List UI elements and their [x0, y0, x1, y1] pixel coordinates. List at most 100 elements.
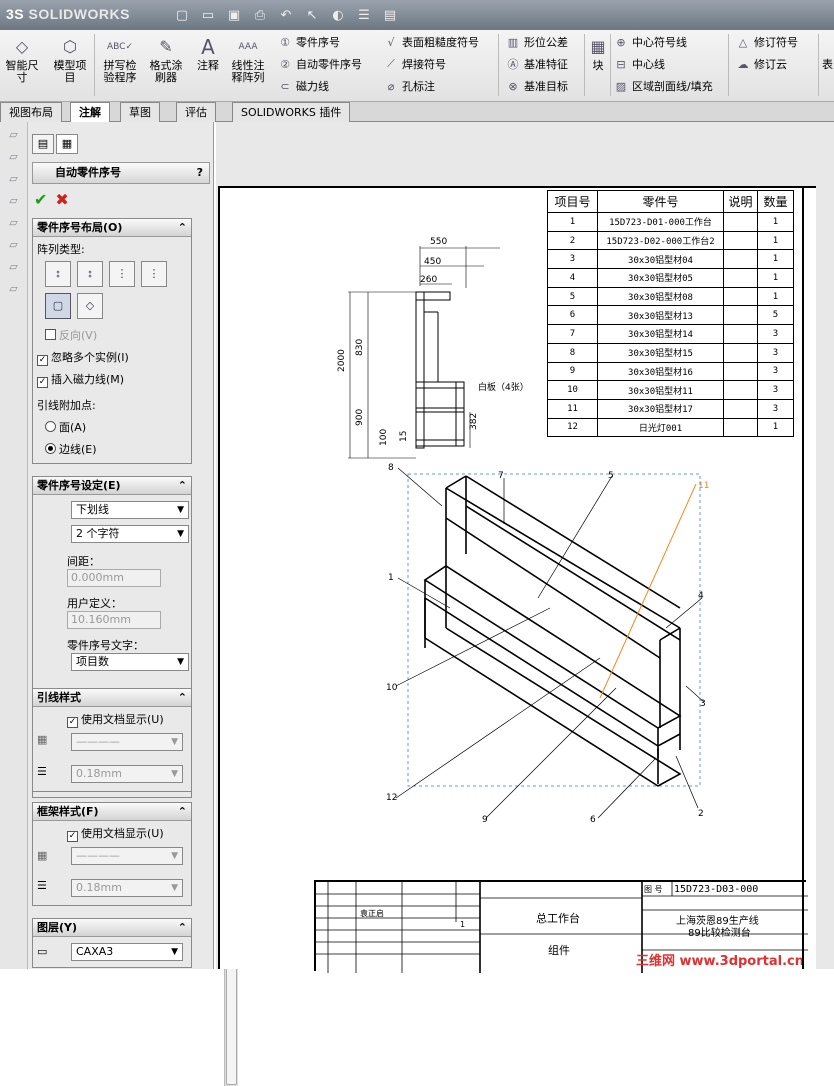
tab-evaluate[interactable]: 评估	[176, 102, 216, 122]
model-items-button[interactable]: ⬡ 模型项目	[50, 34, 90, 94]
layout-top-button[interactable]: ⦂	[45, 261, 71, 287]
leader-line-style-select[interactable]: ———— ▼	[71, 733, 183, 751]
surface-finish-button[interactable]: √ 表面粗糙度符号	[384, 32, 479, 52]
ok-button[interactable]: ✔	[34, 190, 47, 209]
title-bar: 3S SOLIDWORKS ▢ ▭ ▣ ⎙ ↶ ↖ ◐ ☰ ▤	[0, 0, 834, 30]
leader-line-weight-select[interactable]: 0.18mm ▼	[71, 765, 183, 783]
balloon: 2	[698, 809, 704, 819]
layout-left-button[interactable]: ⋮	[109, 261, 135, 287]
magnetic-line-button[interactable]: ⊂ 磁力线	[278, 76, 329, 96]
group-header[interactable]: 零件序号设定(E) ⌃	[33, 477, 191, 495]
block-button[interactable]: ▦ 块	[588, 34, 608, 94]
line-style-icon: ▦	[37, 849, 48, 862]
frame-use-doc-checkbox[interactable]: ✓ 使用文档显示(U)	[67, 825, 164, 842]
tab-sketch[interactable]: 草图	[120, 102, 160, 122]
table-button[interactable]: 表	[822, 54, 833, 74]
property-manager: ▤ ▦ 自动零件序号? ✔ ✖ 零件序号布局(O) ⌃ 阵列类型: ⦂ ⦂ ⋮ ⋮…	[28, 122, 238, 1086]
rebuild-icon[interactable]: ◐	[326, 4, 350, 26]
ignore-multi-checkbox[interactable]: ✓ 忽略多个实例(I)	[37, 349, 129, 366]
center-mark-icon: ⊕	[616, 35, 626, 49]
spacing-input[interactable]: 0.000mm	[67, 569, 161, 587]
datum-feature-button[interactable]: Ⓐ 基准特征	[506, 54, 569, 74]
revision-cloud-button[interactable]: ☁ 修订云	[736, 54, 788, 74]
frame-line-weight-select[interactable]: 0.18mm ▼	[71, 879, 183, 897]
group-header[interactable]: 框架样式(F) ⌃	[33, 803, 191, 821]
balloon: 1	[388, 573, 394, 583]
balloon-button[interactable]: ① 零件序号	[278, 32, 340, 52]
linear-note-pattern-button[interactable]: AAA 线性注释阵列	[228, 34, 268, 94]
auto-balloon-button[interactable]: ② 自动零件序号	[278, 54, 362, 74]
layout-right-button[interactable]: ⋮	[141, 261, 167, 287]
drawing-sheet[interactable]: 项目号 零件号 说明 数量 1 15D723-D01-000工作台 1 2 15D72…	[218, 186, 818, 973]
help-icon[interactable]: ?	[197, 163, 203, 183]
spell-check-icon: ABC✓	[107, 42, 133, 52]
reverse-checkbox[interactable]: 反向(V)	[45, 327, 97, 343]
geometric-tolerance-button[interactable]: ▥ 形位公差	[506, 32, 568, 52]
tool-icon[interactable]: ▱	[6, 238, 22, 254]
tool-icon[interactable]: ▱	[6, 194, 22, 210]
spell-check-button[interactable]: ABC✓ 拼写检验程序	[100, 34, 140, 94]
tab-solidworks-addins[interactable]: SOLIDWORKS 插件	[232, 102, 351, 122]
group-header[interactable]: 零件序号布局(O) ⌃	[33, 219, 191, 237]
revision-symbol-icon: △	[738, 35, 748, 49]
user-defined-input[interactable]: 10.160mm	[67, 611, 161, 629]
layer-select[interactable]: CAXA3 ▼	[71, 943, 183, 961]
feature-tree-tab-icon[interactable]: ▤	[32, 134, 54, 154]
tool-icon[interactable]: ▱	[6, 172, 22, 188]
tab-annotation[interactable]: 注解	[70, 102, 110, 123]
tool-icon[interactable]: ▱	[6, 282, 22, 298]
tool-icon[interactable]: ▱	[6, 150, 22, 166]
title-block[interactable]: 袁正启 1 图 号 15D723-D03-000 总工作台 组件 上海茨恩89生…	[314, 880, 808, 973]
area-hatch-button[interactable]: ▨ 区域剖面线/填充	[614, 76, 713, 96]
note-button[interactable]: A 注释	[192, 34, 224, 94]
file-props-icon[interactable]: ☰	[352, 4, 376, 26]
balloon: 8	[388, 463, 394, 473]
open-icon[interactable]: ▭	[196, 4, 220, 26]
group-header[interactable]: 引线样式 ⌃	[33, 689, 191, 707]
isometric-view[interactable]	[423, 475, 682, 787]
dim-label: 450	[424, 257, 441, 267]
area-hatch-icon: ▨	[615, 79, 627, 93]
smart-dimension-icon: ◇	[15, 37, 29, 56]
format-painter-button[interactable]: ✎ 格式涂刷器	[146, 34, 186, 94]
edges-radio[interactable]: 边线(E)	[45, 441, 97, 457]
revision-symbol-button[interactable]: △ 修订符号	[736, 32, 798, 52]
layout-circular-button[interactable]: ◇	[77, 293, 103, 319]
layout-square-button[interactable]: ▢	[45, 293, 71, 319]
tab-view-layout[interactable]: 视图布局	[0, 102, 62, 122]
tool-icon[interactable]: ▱	[6, 128, 22, 144]
property-manager-tab-icon[interactable]: ▦	[56, 134, 78, 154]
options-icon[interactable]: ▤	[378, 4, 402, 26]
drawing-name: 总工作台	[536, 912, 580, 925]
hole-callout-button[interactable]: ⌀ 孔标注	[384, 76, 435, 96]
frame-line-style-select[interactable]: ———— ▼	[71, 847, 183, 865]
select-icon[interactable]: ↖	[300, 4, 324, 26]
balloon-text-select[interactable]: 项目数 ▼	[71, 653, 189, 671]
balloon-size-select[interactable]: 2 个字符 ▼	[71, 525, 189, 543]
tool-icon[interactable]: ▱	[6, 260, 22, 276]
faces-radio[interactable]: 面(A)	[45, 419, 86, 435]
dim-label: 100	[379, 429, 389, 446]
balloon-style-select[interactable]: 下划线 ▼	[71, 501, 189, 519]
balloon: 6	[590, 815, 596, 825]
datum-target-button[interactable]: ⊗ 基准目标	[506, 76, 568, 96]
tool-icon[interactable]: ▱	[6, 216, 22, 232]
geometric-tolerance-icon: ▥	[507, 35, 519, 49]
new-icon[interactable]: ▢	[170, 4, 194, 26]
line-weight-icon: ☰	[37, 879, 47, 892]
leader-use-doc-checkbox[interactable]: ✓ 使用文档显示(U)	[67, 711, 164, 728]
centerline-button[interactable]: ⊟ 中心线	[614, 54, 665, 74]
print-icon[interactable]: ⎙	[248, 4, 272, 26]
insert-magnetic-checkbox[interactable]: ✓ 插入磁力线(M)	[37, 371, 124, 388]
group-header[interactable]: 图层(Y) ⌃	[33, 919, 191, 937]
drawing-views[interactable]: 550 450 260 2000 830 900 382 100 15 白板（4…	[220, 188, 818, 971]
weld-symbol-button[interactable]: ⟋ 焊接符号	[384, 54, 446, 74]
datum-feature-icon: Ⓐ	[507, 58, 519, 71]
smart-dimension-button[interactable]: ◇ 智能尺寸	[2, 34, 42, 94]
balloon: 4	[698, 591, 704, 601]
center-mark-button[interactable]: ⊕ 中心符号线	[614, 32, 687, 52]
cancel-button[interactable]: ✖	[55, 190, 68, 209]
save-icon[interactable]: ▣	[222, 4, 246, 26]
layout-bottom-button[interactable]: ⦂	[77, 261, 103, 287]
undo-icon[interactable]: ↶	[274, 4, 298, 26]
